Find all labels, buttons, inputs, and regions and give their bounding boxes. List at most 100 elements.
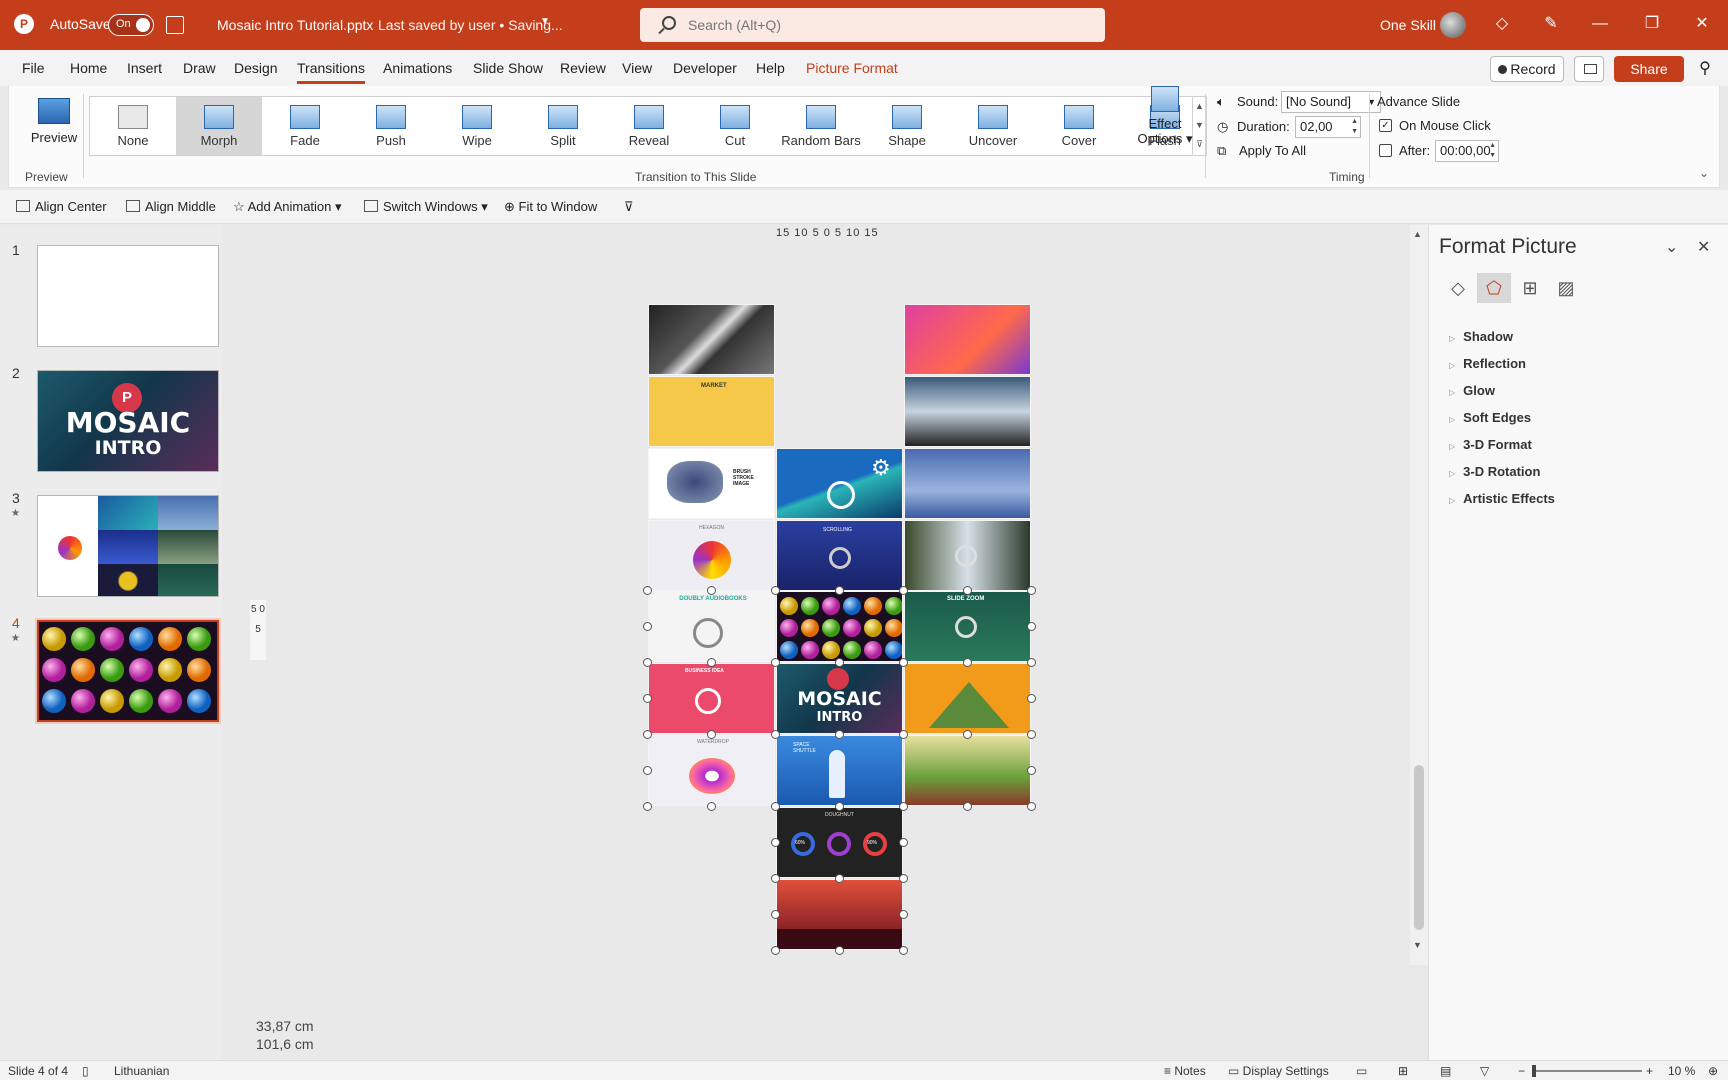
mosaic-tile[interactable]: ⚙: [776, 448, 903, 519]
tab-animations[interactable]: Animations: [383, 60, 452, 76]
picture-icon[interactable]: ▨: [1549, 273, 1583, 303]
comments-button[interactable]: [1574, 56, 1604, 82]
notes-button[interactable]: ≡ Notes: [1164, 1064, 1206, 1078]
document-title[interactable]: Mosaic Intro Tutorial.pptx: [217, 17, 373, 33]
mosaic-tile[interactable]: [776, 591, 903, 662]
fit-to-window-button[interactable]: ⊕ Fit to Window: [504, 199, 597, 215]
resize-handle[interactable]: [643, 622, 652, 631]
resize-handle[interactable]: [899, 586, 908, 595]
autosave-toggle[interactable]: On: [108, 14, 154, 36]
resize-handle[interactable]: [963, 730, 972, 739]
slideshow-icon[interactable]: ▽: [1480, 1064, 1489, 1078]
share-button[interactable]: Share: [1614, 56, 1684, 82]
resize-handle[interactable]: [643, 658, 652, 667]
size-properties-icon[interactable]: ⊞: [1513, 273, 1547, 303]
resize-handle[interactable]: [963, 658, 972, 667]
resize-handle[interactable]: [707, 658, 716, 667]
mosaic-tile[interactable]: MOSAIC INTRO: [776, 663, 903, 734]
mosaic-tile[interactable]: BUSINESS IDEA: [648, 663, 775, 734]
search-box[interactable]: [640, 8, 1105, 42]
resize-handle[interactable]: [1027, 658, 1036, 667]
mosaic-tile[interactable]: MARKET: [648, 376, 775, 447]
sound-select[interactable]: [No Sound] ▼: [1281, 91, 1381, 113]
customize-qat-icon[interactable]: ⊽: [624, 199, 634, 215]
section-soft-edges[interactable]: ▷ Soft Edges: [1449, 410, 1531, 425]
resize-handle[interactable]: [643, 802, 652, 811]
mosaic-tile[interactable]: [904, 520, 1031, 591]
minimize-icon[interactable]: —: [1590, 14, 1610, 34]
slide-thumbnail-4[interactable]: [37, 620, 219, 722]
resize-handle[interactable]: [835, 658, 844, 667]
mosaic-tile[interactable]: DOUGHNUT 60% 90%: [776, 807, 903, 878]
section-glow[interactable]: ▷ Glow: [1449, 383, 1495, 398]
duration-spinner[interactable]: ▲ ▼: [1351, 117, 1358, 137]
resize-handle[interactable]: [771, 802, 780, 811]
restore-icon[interactable]: ❐: [1642, 14, 1662, 34]
resize-handle[interactable]: [771, 874, 780, 883]
transition-push[interactable]: Push: [348, 97, 434, 155]
effects-icon[interactable]: ⬠: [1477, 273, 1511, 303]
section-shadow[interactable]: ▷ Shadow: [1449, 329, 1513, 344]
resize-handle[interactable]: [899, 874, 908, 883]
duration-input[interactable]: 02,00 ▲ ▼: [1295, 116, 1361, 138]
transition-cover[interactable]: Cover: [1036, 97, 1122, 155]
user-name[interactable]: One Skill: [1380, 17, 1436, 33]
resize-handle[interactable]: [835, 802, 844, 811]
transition-random-bars[interactable]: Random Bars: [778, 97, 864, 155]
mosaic-tile[interactable]: SCROLLING: [776, 520, 903, 591]
tab-view[interactable]: View: [622, 60, 652, 76]
transition-none[interactable]: None: [90, 97, 176, 155]
transition-morph[interactable]: Morph: [176, 97, 262, 155]
normal-view-icon[interactable]: ▭: [1356, 1064, 1367, 1078]
accessibility-icon[interactable]: ▯: [82, 1064, 89, 1078]
mosaic-tile[interactable]: [904, 735, 1031, 806]
fill-line-icon[interactable]: ◇: [1441, 273, 1475, 303]
align-center-button[interactable]: Align Center: [16, 199, 107, 214]
pen-icon[interactable]: ✎: [1541, 14, 1561, 34]
on-mouse-click-checkbox[interactable]: ✓: [1379, 119, 1392, 132]
resize-handle[interactable]: [835, 946, 844, 955]
resize-handle[interactable]: [707, 730, 716, 739]
transition-shape[interactable]: Shape: [864, 97, 950, 155]
zoom-level[interactable]: 10 %: [1668, 1064, 1695, 1078]
save-icon[interactable]: [166, 16, 184, 34]
transition-uncover[interactable]: Uncover: [950, 97, 1036, 155]
resize-handle[interactable]: [771, 730, 780, 739]
resize-handle[interactable]: [643, 586, 652, 595]
mosaic-tile[interactable]: [904, 663, 1031, 734]
slide-thumbnail-3[interactable]: [37, 495, 219, 597]
resize-handle[interactable]: [899, 946, 908, 955]
resize-handle[interactable]: [1027, 586, 1036, 595]
slide-thumbnail-2[interactable]: P MOSAIC INTRO: [37, 370, 219, 472]
diamond-icon[interactable]: ◇: [1492, 14, 1512, 34]
tab-home[interactable]: Home: [70, 60, 107, 76]
section-3d-format[interactable]: ▷ 3-D Format: [1449, 437, 1532, 452]
transition-wipe[interactable]: Wipe: [434, 97, 520, 155]
save-status[interactable]: Last saved by user • Saving...: [378, 17, 563, 33]
ribbon-collapse-icon[interactable]: ⌄: [1699, 166, 1709, 180]
switch-windows-button[interactable]: Switch Windows ▾: [364, 199, 488, 215]
resize-handle[interactable]: [835, 874, 844, 883]
tab-insert[interactable]: Insert: [127, 60, 162, 76]
apply-to-all-button[interactable]: Apply To All: [1239, 143, 1306, 158]
scroll-down-icon[interactable]: ▼: [1413, 940, 1422, 950]
zoom-out-icon[interactable]: −: [1518, 1064, 1525, 1078]
display-settings-button[interactable]: ▭ Display Settings: [1228, 1064, 1329, 1078]
zoom-slider-thumb[interactable]: [1532, 1065, 1536, 1077]
after-input[interactable]: 00:00,00 ▲ ▼: [1435, 140, 1499, 162]
close-pane-icon[interactable]: ✕: [1697, 237, 1710, 257]
resize-handle[interactable]: [771, 838, 780, 847]
mosaic-tile[interactable]: BRUSH STROKE IMAGE: [648, 448, 775, 519]
resize-handle[interactable]: [771, 946, 780, 955]
resize-handle[interactable]: [707, 802, 716, 811]
record-button[interactable]: Record: [1490, 56, 1564, 82]
resize-handle[interactable]: [899, 658, 908, 667]
transition-split[interactable]: Split: [520, 97, 606, 155]
fit-slide-icon[interactable]: ⊕: [1708, 1064, 1718, 1078]
resize-handle[interactable]: [835, 730, 844, 739]
resize-handle[interactable]: [1027, 802, 1036, 811]
mosaic-tile[interactable]: [904, 376, 1031, 447]
section-artistic-effects[interactable]: ▷ Artistic Effects: [1449, 491, 1555, 506]
mosaic-tile[interactable]: [904, 448, 1031, 519]
resize-handle[interactable]: [771, 658, 780, 667]
